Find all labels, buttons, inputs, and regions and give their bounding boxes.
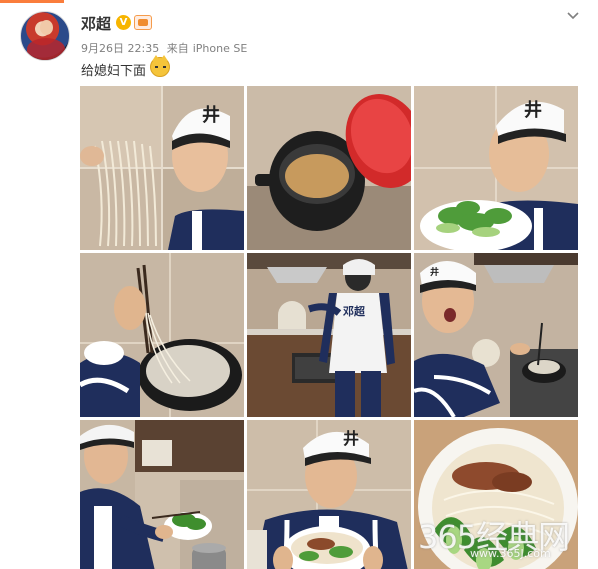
avatar-face	[40, 20, 53, 35]
source-prefix: 来自	[166, 42, 189, 55]
photo-greens-plate[interactable]: 井	[414, 86, 578, 250]
photo-noodles-face[interactable]: 井	[80, 86, 244, 250]
author-name[interactable]: 邓超	[81, 13, 111, 34]
hat-logo-text-4: 井	[343, 429, 359, 448]
photo-soup-pot[interactable]	[247, 86, 411, 250]
watermark-url: www.365J.com	[470, 547, 551, 560]
hat-logo-text-2: 井	[524, 99, 542, 121]
jersey-text: 邓超	[343, 304, 366, 318]
post-timestamp[interactable]: 9月26日 22:35	[81, 42, 159, 55]
chevron-down-icon[interactable]	[566, 8, 580, 22]
post-meta: 9月26日 22:35 来自 iPhone SE	[81, 40, 251, 56]
photo-adding-greens[interactable]	[80, 420, 244, 569]
photo-holding-bowl[interactable]: 井	[247, 420, 411, 569]
photo-chopsticks-noodles[interactable]	[80, 253, 244, 417]
avatar-cape	[27, 38, 65, 60]
source-device[interactable]: iPhone SE	[193, 42, 248, 55]
verified-v-icon[interactable]: V	[116, 15, 131, 30]
photo-cooking-back[interactable]: 邓超	[247, 253, 411, 417]
post-text: 给媳妇下面	[81, 64, 147, 79]
photo-kitchen-surprised[interactable]: 井	[414, 253, 578, 417]
cat-emoji-icon	[150, 55, 170, 77]
avatar[interactable]	[20, 11, 70, 61]
top-accent-bar	[0, 0, 64, 3]
hat-logo-text-3: 井	[430, 266, 439, 278]
member-badge-icon[interactable]	[134, 15, 152, 30]
photo-grid: 井 井 邓超 井 井	[80, 86, 580, 569]
hat-logo-text: 井	[202, 104, 220, 126]
